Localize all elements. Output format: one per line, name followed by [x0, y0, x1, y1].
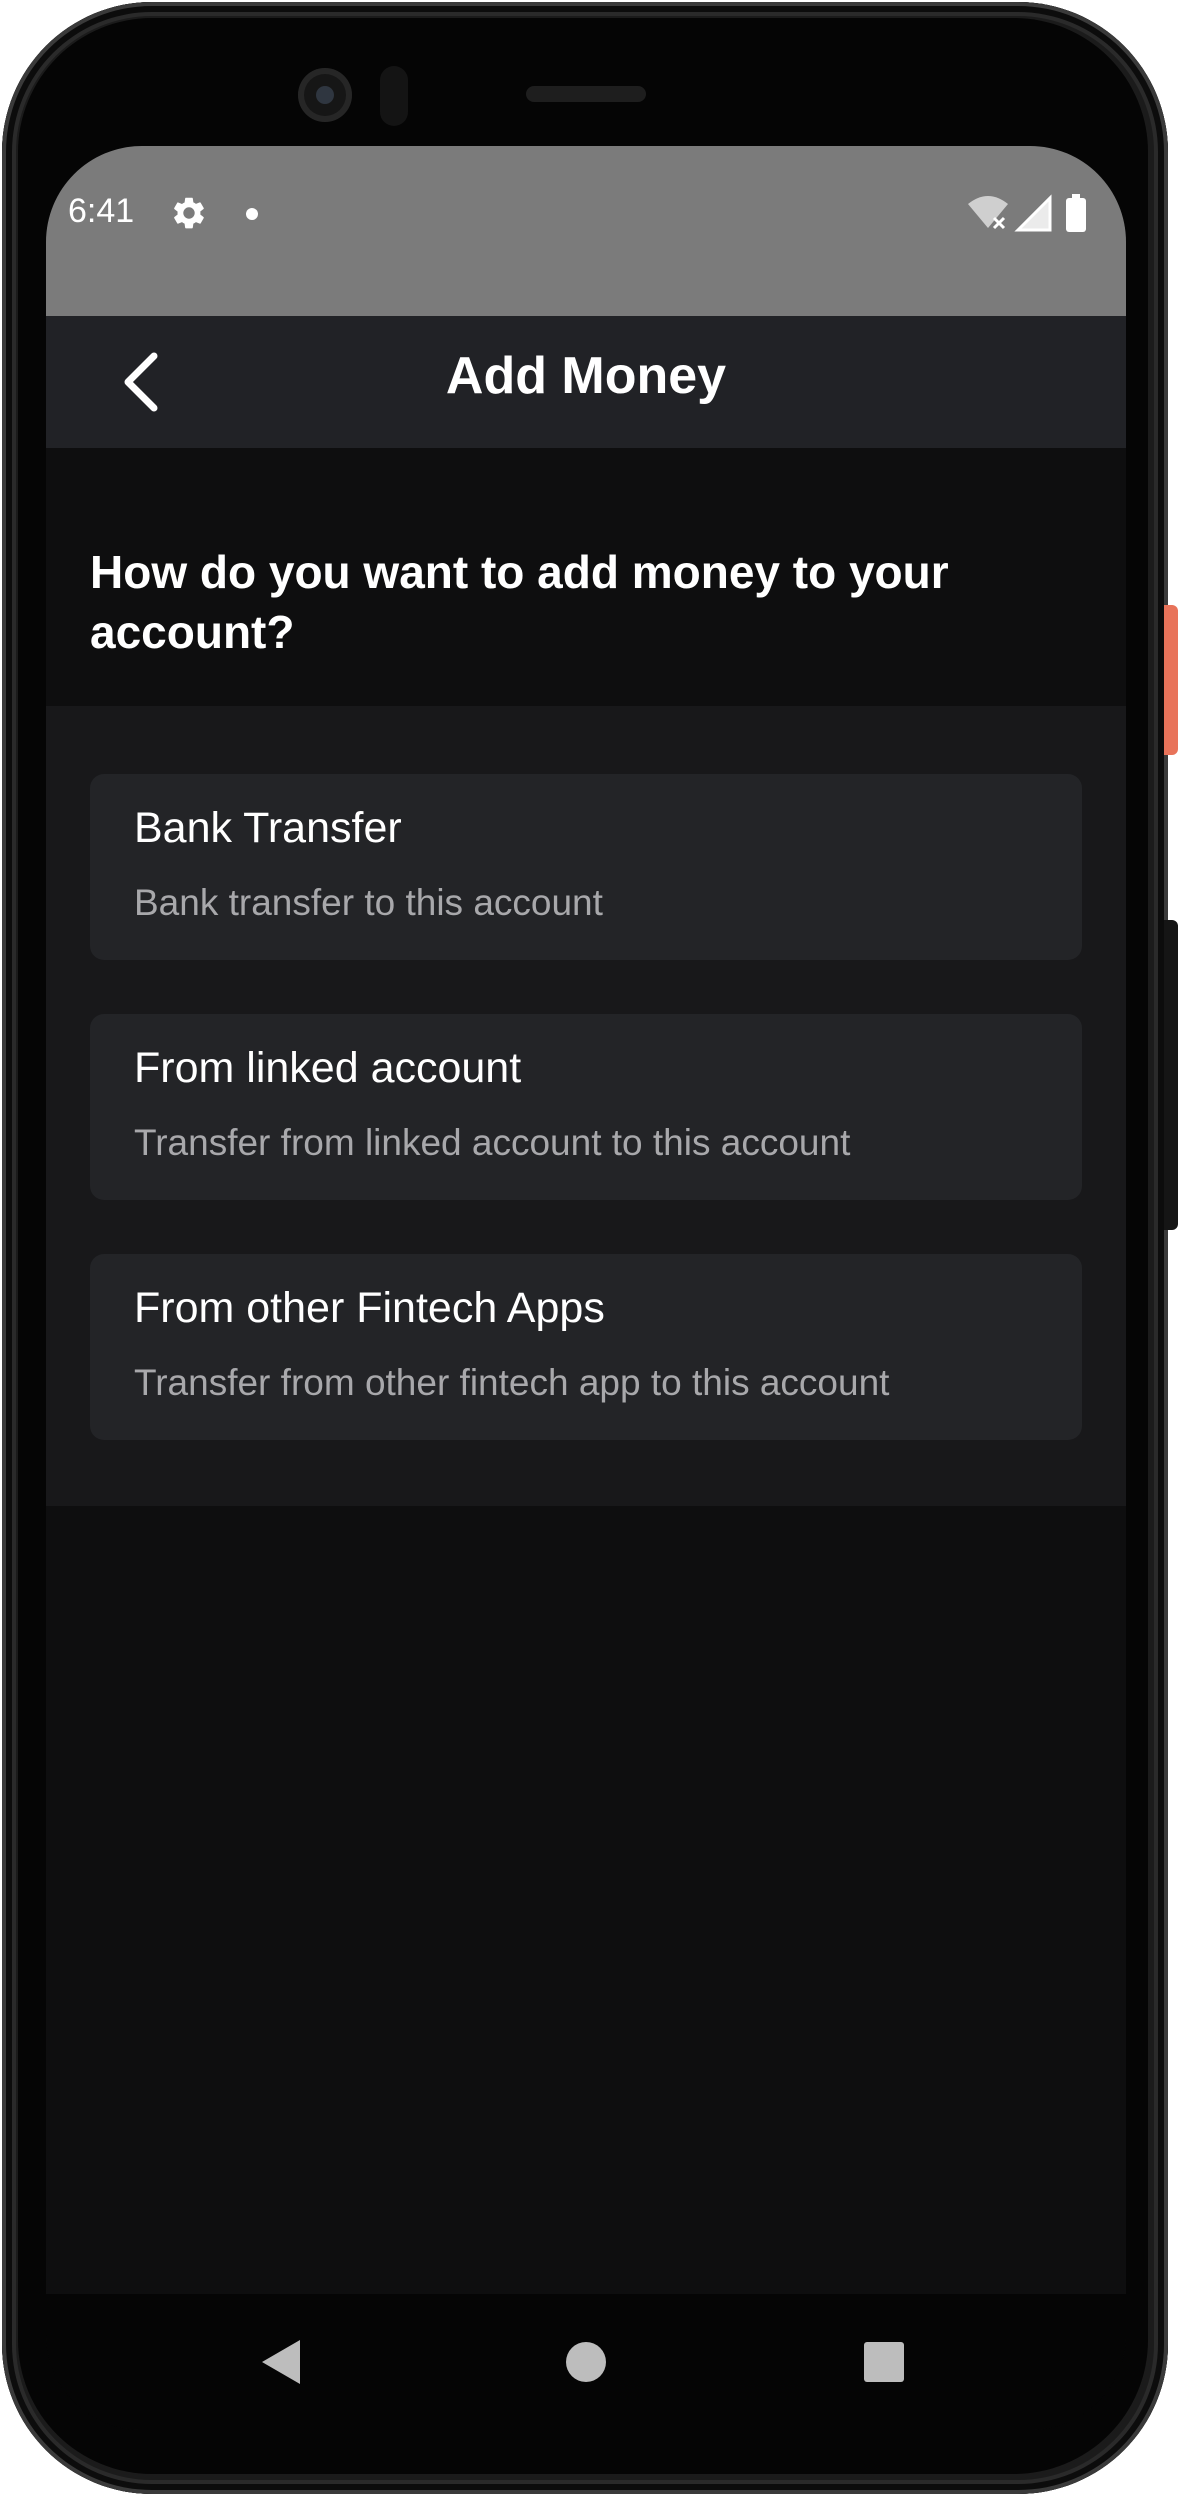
battery-icon: [1066, 194, 1086, 232]
power-button: [1164, 605, 1178, 755]
option-subtitle: Transfer from linked account to this acc…: [134, 1122, 851, 1163]
system-nav-bar: [46, 2294, 1126, 2430]
option-subtitle: Transfer from other fintech app to this …: [134, 1362, 890, 1403]
option-linked-account[interactable]: From linked account Transfer from linked…: [90, 1014, 1082, 1200]
status-bar: 6:41: [46, 146, 1126, 316]
notification-dot-icon: [246, 208, 258, 220]
front-camera: [298, 68, 352, 122]
status-time: 6:41: [68, 192, 135, 230]
option-title: Bank Transfer: [134, 804, 402, 852]
status-icons: [968, 194, 1086, 232]
nav-recents-button[interactable]: [852, 2330, 916, 2394]
option-subtitle: Bank transfer to this account: [134, 882, 603, 923]
option-bank-transfer[interactable]: Bank Transfer Bank transfer to this acco…: [90, 774, 1082, 960]
cell-signal-icon: [1014, 194, 1052, 232]
page-title: Add Money: [445, 347, 727, 405]
app-bar: Add Money: [46, 316, 1126, 448]
option-title: From linked account: [134, 1044, 522, 1092]
option-title: From other Fintech Apps: [134, 1284, 605, 1332]
options-list: Bank Transfer Bank transfer to this acco…: [46, 706, 1126, 1506]
nav-home-button[interactable]: [554, 2330, 618, 2394]
question-section: How do you want to add money to your acc…: [46, 448, 1126, 706]
volume-button: [1164, 920, 1178, 1230]
phone-frame: 6:41 Add Money How do you want to add mo…: [0, 0, 1178, 2498]
back-triangle-icon: [262, 2340, 300, 2384]
proximity-sensor: [380, 66, 408, 126]
option-fintech-apps[interactable]: From other Fintech Apps Transfer from ot…: [90, 1254, 1082, 1440]
gear-icon: [174, 197, 204, 229]
home-circle-icon: [566, 2342, 606, 2382]
earpiece-speaker: [526, 86, 646, 102]
wifi-off-icon: [968, 196, 1008, 230]
question-heading: How do you want to add money to your acc…: [90, 546, 949, 658]
recents-square-icon: [864, 2342, 904, 2382]
screen: 6:41 Add Money How do you want to add mo…: [46, 146, 1126, 2430]
nav-back-button[interactable]: [250, 2330, 314, 2394]
